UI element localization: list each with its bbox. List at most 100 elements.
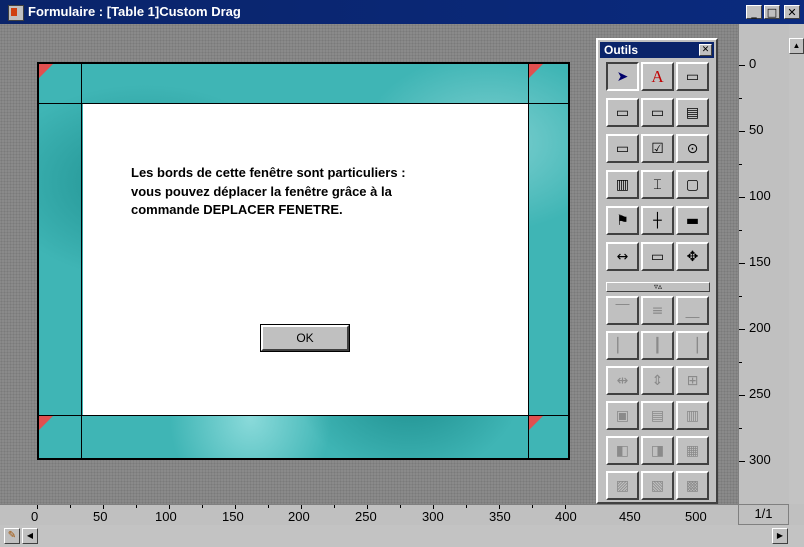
palette-title-bar[interactable]: Outils ✕ [600, 42, 714, 58]
message-line: vous pouvez déplacer la fenêtre grâce à … [131, 183, 392, 199]
ok-button[interactable]: OK [260, 324, 350, 352]
ruler-label: 250 [749, 386, 771, 401]
align-right-icon[interactable]: ▕ [676, 331, 709, 360]
ruler-tick [739, 98, 742, 99]
enterable-field-icon[interactable]: ▭ [606, 98, 639, 127]
move-tool-icon[interactable]: ✥ [676, 242, 709, 271]
form-window-frame[interactable]: Les bords de cette fenêtre sont particul… [37, 62, 570, 460]
title-bar[interactable]: Formulaire : [Table 1]Custom Drag _ □ ✕ [0, 0, 804, 24]
ruler-tick [433, 505, 434, 509]
list-box-icon[interactable]: ⌶ [641, 170, 674, 199]
align-center-h-icon[interactable]: ┃ [641, 331, 674, 360]
ruler-label: 400 [555, 509, 577, 524]
window-title: Formulaire : [Table 1]Custom Drag [28, 4, 241, 19]
distribute-v-icon[interactable]: ⇕ [641, 366, 674, 395]
ruler-tick [739, 395, 745, 396]
pencil-icon[interactable]: ✎ [4, 528, 20, 544]
ruler-tick [202, 505, 203, 508]
ruler-tick [70, 505, 71, 508]
ruler-label: 300 [422, 509, 444, 524]
ruler-tick [739, 263, 745, 264]
arrow-tool-icon[interactable]: ➤ [606, 62, 639, 91]
ruler-tick [739, 329, 745, 330]
distribute-h-icon[interactable]: ⇹ [606, 366, 639, 395]
ruler-label: 250 [355, 509, 377, 524]
horizontal-scrollbar[interactable] [0, 525, 804, 547]
ruler-tick [268, 505, 269, 508]
ruler-tick [37, 505, 38, 509]
radio-tool-icon[interactable]: ⊙ [676, 134, 709, 163]
scrollable-area-icon[interactable]: ▥ [606, 170, 639, 199]
minimize-button[interactable]: _ [746, 5, 762, 19]
ruler-tick [532, 505, 533, 508]
bring-front-icon[interactable]: ◧ [606, 436, 639, 465]
align-bottom-icon[interactable]: ⎽ [676, 296, 709, 325]
window-tool-icon[interactable]: ▢ [676, 170, 709, 199]
ruler-tool-icon[interactable]: ▬ [676, 206, 709, 235]
ruler-tick [235, 505, 236, 509]
group-icon[interactable]: ▣ [606, 401, 639, 430]
tab-order-icon[interactable]: ▧ [641, 471, 674, 500]
ruler-tick [367, 505, 368, 509]
lock-icon[interactable]: ▥ [676, 401, 709, 430]
ruler-label: 100 [749, 188, 771, 203]
text-tool-icon[interactable]: A [641, 62, 674, 91]
ruler-label: 100 [155, 509, 177, 524]
picture-field-icon[interactable]: ▤ [676, 98, 709, 127]
frame-guide-right [528, 64, 529, 458]
button-tool-icon[interactable]: ▭ [606, 134, 639, 163]
line-field-icon[interactable]: ▭ [641, 98, 674, 127]
tool-palette[interactable]: Outils ✕ ➤ A ▭ ▭ ▭ ▤ ▭ ☑ ⊙ ▥ ⌶ ▢ ⚑ ┼ ▬ ↔ ▭ ✥ ⎺ ≡ ⎽ ▏ ┃ ▕ ⇹ ⇕ ⊞ ▣ ▤ ▥ ◧… [596, 38, 718, 504]
ruler-tick [103, 505, 104, 509]
ruler-tick [739, 65, 745, 66]
ruler-tick [739, 164, 742, 165]
ruler-tick [136, 505, 137, 508]
ruler-label: 50 [93, 509, 108, 524]
scroll-up-icon[interactable]: ▲ [789, 38, 804, 54]
maximize-button[interactable]: □ [764, 5, 780, 19]
field-tool-icon[interactable]: ▭ [676, 62, 709, 91]
form-content-panel: Les bords de cette fenêtre sont particul… [83, 104, 528, 415]
ruler-tick [739, 197, 745, 198]
align-grid-icon[interactable]: ⊞ [676, 366, 709, 395]
plugin-tool-icon[interactable]: ⚑ [606, 206, 639, 235]
ruler-tick [400, 505, 401, 508]
ruler-label: 500 [685, 509, 707, 524]
page-indicator[interactable]: 1/1 [738, 504, 789, 525]
message-line: commande DEPLACER FENETRE. [131, 202, 343, 217]
ruler-tick [334, 505, 335, 508]
send-back-icon[interactable]: ◨ [641, 436, 674, 465]
scroll-left-icon[interactable]: ◀ [22, 528, 38, 544]
horizontal-ruler: 0 50 100 150 200 250 300 350 400 450 500 [0, 504, 738, 526]
scroll-right-icon[interactable]: ▶ [772, 528, 788, 544]
vertical-scrollbar[interactable]: ▲ [789, 24, 804, 504]
vertical-ruler: 0 50 100 150 200 250 300 [738, 24, 790, 504]
ungroup-icon[interactable]: ▤ [641, 401, 674, 430]
grid-tool-icon[interactable]: ┼ [641, 206, 674, 235]
checkbox-tool-icon[interactable]: ☑ [641, 134, 674, 163]
ruler-label: 350 [489, 509, 511, 524]
rectangle-tool-icon[interactable]: ▭ [641, 242, 674, 271]
message-line: Les bords de cette fenêtre sont particul… [131, 165, 406, 180]
ruler-tick [739, 362, 742, 363]
properties-icon[interactable]: ▩ [676, 471, 709, 500]
page-icon[interactable]: ▨ [606, 471, 639, 500]
ruler-label: 50 [749, 122, 764, 137]
ruler-label: 200 [288, 509, 310, 524]
frame-guide-left [81, 64, 82, 458]
duplicate-icon[interactable]: ▦ [676, 436, 709, 465]
ruler-tick [466, 505, 467, 508]
corner-marker-top-right [529, 64, 543, 78]
align-top-icon[interactable]: ⎺ [606, 296, 639, 325]
ruler-tick [739, 428, 742, 429]
align-center-v-icon[interactable]: ≡ [641, 296, 674, 325]
close-button[interactable]: ✕ [784, 5, 800, 19]
ruler-label: 150 [749, 254, 771, 269]
line-tool-icon[interactable]: ↔ [606, 242, 639, 271]
ruler-tick [739, 131, 745, 132]
palette-close-button[interactable]: ✕ [699, 44, 712, 56]
ruler-tick [739, 230, 742, 231]
align-left-icon[interactable]: ▏ [606, 331, 639, 360]
palette-expand-icon[interactable]: ▿▵ [606, 282, 710, 292]
ruler-tick [739, 296, 742, 297]
